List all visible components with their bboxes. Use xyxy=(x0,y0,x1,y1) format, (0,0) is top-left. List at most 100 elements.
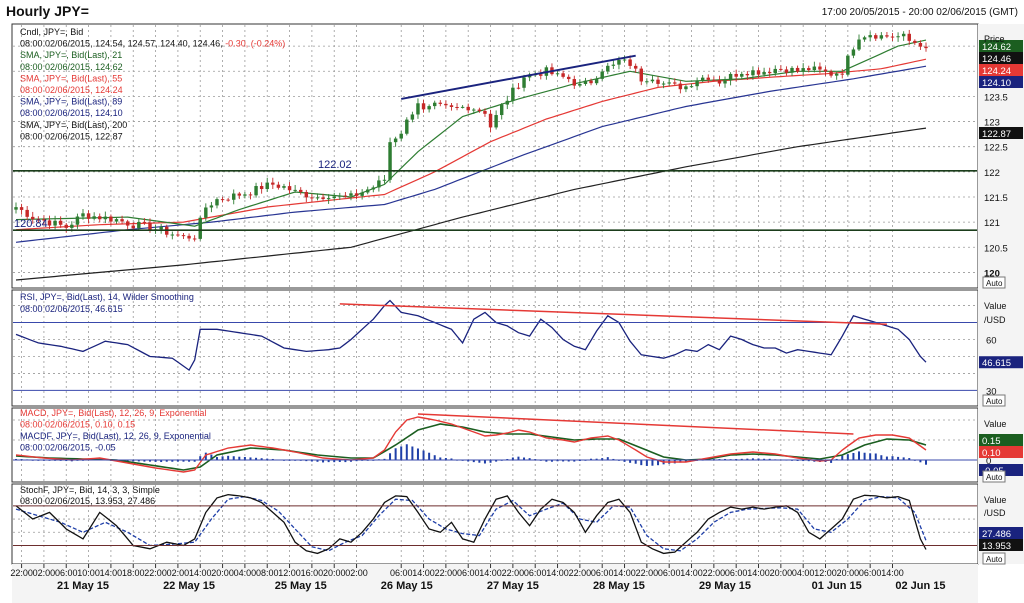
candle-body xyxy=(466,106,470,111)
candle-body xyxy=(232,193,236,200)
day-tick-label: 25 May 15 xyxy=(275,580,327,592)
macd-auto-button[interactable]: Auto xyxy=(982,470,1006,483)
hour-tick-label: 06:00 xyxy=(390,568,413,578)
candle-body xyxy=(192,238,197,240)
day-tick-label: 28 May 15 xyxy=(593,580,645,592)
level-label: 122.02 xyxy=(318,159,352,171)
hour-tick-label: 14:00 xyxy=(100,568,123,578)
macd-hist-bar xyxy=(199,456,202,460)
candle-body xyxy=(561,73,565,77)
rsi-tick-label: 60 xyxy=(986,336,997,347)
candle-body xyxy=(282,186,286,188)
candle-body xyxy=(633,65,638,69)
candle-body xyxy=(248,194,253,196)
candle-body xyxy=(488,113,493,128)
candle-body xyxy=(667,82,671,84)
candle-body xyxy=(125,221,130,226)
candle-body xyxy=(70,224,74,228)
price-tick-label: 121 xyxy=(984,218,1000,229)
price-legend-line: Cndl, JPY=, Bid xyxy=(20,27,83,37)
candle-body xyxy=(14,207,18,210)
candle-body xyxy=(728,73,733,81)
price-legend-line: SMA, JPY=, Bid(Last), 21 xyxy=(20,50,122,60)
candle-body xyxy=(885,35,889,37)
macd-hist-bar xyxy=(400,446,403,460)
price-tick-label: 121.5 xyxy=(984,193,1008,204)
value-axis-strip xyxy=(978,24,1024,564)
candle-body xyxy=(784,69,789,73)
candle-body xyxy=(645,81,649,83)
stoch-auto-button[interactable]: Auto xyxy=(982,552,1006,565)
price-auto-button[interactable]: Auto xyxy=(982,276,1006,289)
hour-tick-label: 18:00 xyxy=(122,568,145,578)
candle-body xyxy=(19,207,24,210)
candle-body xyxy=(315,197,320,199)
candle-body xyxy=(371,187,376,190)
rsi-axis-unit: /USD xyxy=(984,315,1006,325)
stoch-legend-line: 08:00 02/06/2015, 13.953, 27.486 xyxy=(20,496,155,506)
candle-body xyxy=(98,216,102,220)
hour-tick-label: 20:00 xyxy=(837,568,860,578)
candle-body xyxy=(857,39,861,50)
macd-hist-bar xyxy=(640,460,643,466)
candle-body xyxy=(438,102,443,104)
candle-body xyxy=(432,102,437,107)
candle-body xyxy=(823,69,828,72)
price-tick-label: 122.5 xyxy=(984,143,1008,154)
candle-body xyxy=(53,220,57,226)
candle-body xyxy=(723,80,727,84)
candle-body xyxy=(109,216,113,222)
price-axis-header: Price xyxy=(984,34,1005,44)
price-value-tag-label: 124.24 xyxy=(982,66,1011,77)
macd-hist-bar xyxy=(433,455,436,460)
day-tick-label: 21 May 15 xyxy=(57,580,109,592)
candle-body xyxy=(354,193,359,196)
macd-hist-bar xyxy=(416,448,419,460)
stoch-value-tag-label: 13.953 xyxy=(982,541,1011,552)
hour-tick-label: 14:00 xyxy=(747,568,770,578)
candle-body xyxy=(276,184,281,188)
candle-body xyxy=(47,220,52,226)
price-legend-line: 08:00 02/06/2015, 124.24 xyxy=(20,85,123,95)
candle-body xyxy=(572,79,577,86)
hour-tick-label: 06:00 xyxy=(591,568,614,578)
hour-tick-label: 22:00 xyxy=(703,568,726,578)
day-tick-label: 26 May 15 xyxy=(381,580,433,592)
hour-tick-label: 04:00 xyxy=(792,568,815,578)
svg-text:Auto: Auto xyxy=(986,397,1003,406)
candle-body xyxy=(628,59,632,66)
candle-body xyxy=(338,195,342,197)
price-panel xyxy=(11,23,979,289)
hour-tick-label: 12:00 xyxy=(814,568,837,578)
chart-title: Hourly JPY= xyxy=(6,3,89,19)
svg-text:Auto: Auto xyxy=(986,555,1003,564)
hour-tick-label: 22:00 xyxy=(569,568,592,578)
macd-hist-bar xyxy=(634,460,637,464)
candle-body xyxy=(243,194,247,196)
candle-body xyxy=(751,70,755,76)
candle-body xyxy=(209,205,214,208)
candle-body xyxy=(734,73,738,77)
candle-body xyxy=(918,42,923,47)
candle-body xyxy=(868,35,872,38)
candle-body xyxy=(499,104,504,116)
macd-legend-line: MACD, JPY=, Bid(Last), 12, 26, 9, Expone… xyxy=(20,408,206,418)
candle-body xyxy=(762,72,766,75)
macd-hist-bar xyxy=(891,456,894,460)
candle-body xyxy=(64,224,68,228)
candle-body xyxy=(600,71,604,79)
candle-body xyxy=(142,221,147,223)
candle-body xyxy=(639,68,643,82)
day-tick-label: 27 May 15 xyxy=(487,580,539,592)
candle-body xyxy=(455,106,459,108)
hour-tick-label: 22:00 xyxy=(435,568,458,578)
price-tick-label: 122 xyxy=(984,168,1000,179)
candle-body xyxy=(611,64,616,66)
candle-body xyxy=(874,35,878,39)
candle-body xyxy=(187,235,191,239)
hour-tick-label: 16:00 xyxy=(301,568,324,578)
macd-hist-bar xyxy=(869,453,872,460)
rsi-auto-button[interactable]: Auto xyxy=(982,394,1006,407)
candle-body xyxy=(137,221,141,229)
hour-tick-label: 08:00 xyxy=(256,568,279,578)
